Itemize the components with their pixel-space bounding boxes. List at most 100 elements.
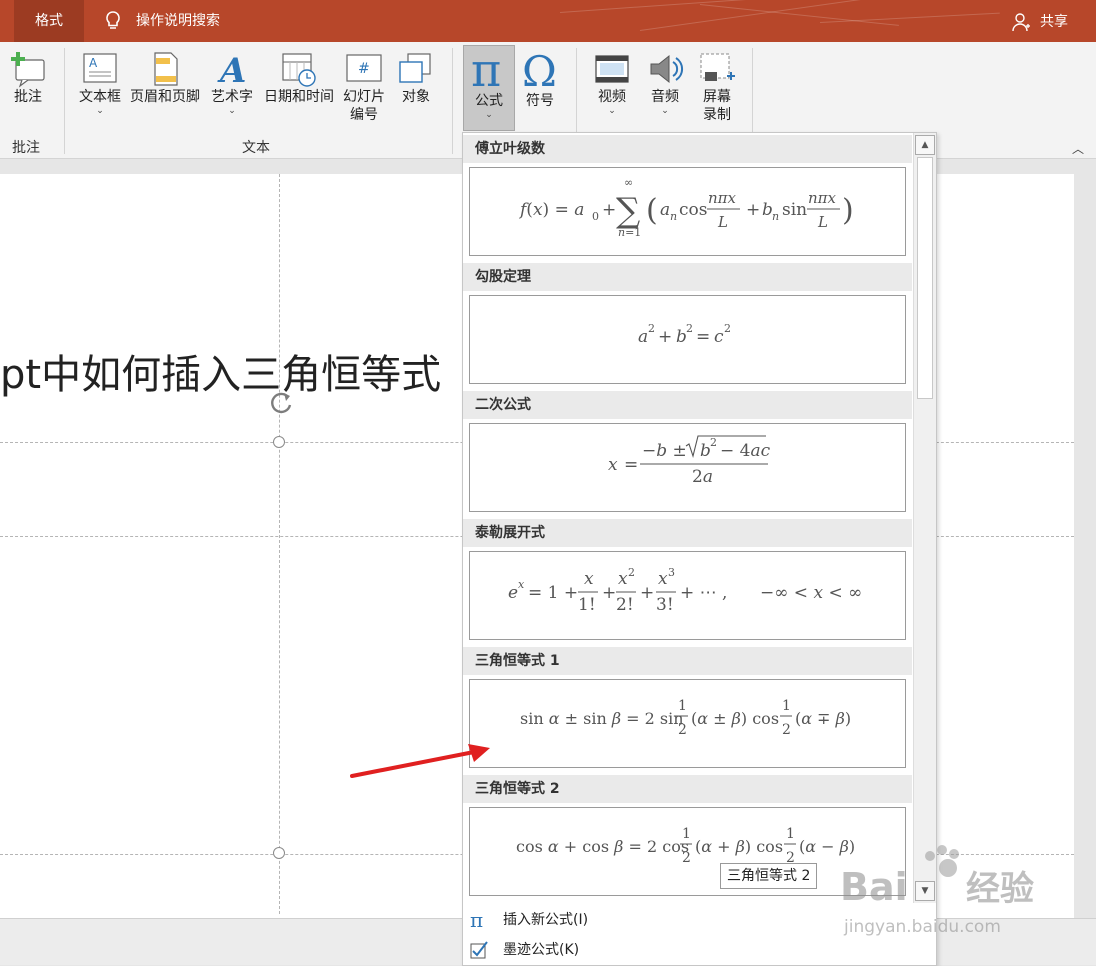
watermark-brand-2: 经验	[966, 869, 1034, 909]
svg-text:0: 0	[592, 210, 599, 223]
wordart-button[interactable]: A 艺术字 ⌄	[206, 50, 258, 116]
svg-text:A: A	[217, 51, 246, 88]
section-header-fourier: 傅立叶级数	[463, 135, 912, 163]
svg-text:sin α ± sin β = 2 sin: sin α ± sin β = 2 sin	[520, 709, 684, 728]
section-header-pythagorean: 勾股定理	[463, 263, 912, 291]
svg-text:− 4ac: − 4ac	[720, 441, 771, 461]
svg-text:1!: 1!	[578, 595, 596, 615]
svg-text:2: 2	[686, 322, 693, 335]
audio-button[interactable]: 音频 ⌄	[642, 50, 688, 116]
comment-group-label: 批注	[12, 140, 40, 156]
svg-text:= 1 +: = 1 +	[528, 583, 578, 603]
svg-text:(α + β) cos: (α + β) cos	[695, 837, 783, 856]
textbox-button[interactable]: A 文本框 ⌄	[74, 50, 126, 116]
svg-text:+: +	[746, 200, 760, 220]
svg-text:x: x	[658, 569, 668, 589]
date-time-button[interactable]: 日期和时间	[260, 50, 338, 106]
svg-text:2a: 2a	[692, 467, 713, 487]
resize-handle-bottom[interactable]	[273, 847, 285, 859]
calendar-icon	[282, 53, 316, 87]
share-button[interactable]: 共享	[1040, 0, 1068, 42]
svg-text:=: =	[696, 327, 710, 347]
video-button[interactable]: 视频 ⌄	[588, 50, 636, 116]
svg-text:): )	[842, 193, 854, 228]
object-icon	[399, 53, 431, 83]
film-icon	[595, 55, 629, 83]
pi-icon: π	[470, 910, 483, 930]
svg-text:+: +	[602, 583, 616, 603]
scroll-up-arrow-icon[interactable]: ▲	[915, 135, 935, 155]
svg-text:2: 2	[682, 850, 691, 866]
svg-text:1: 1	[782, 698, 791, 714]
svg-text:x: x	[618, 569, 628, 589]
red-arrow-annotation	[350, 744, 490, 778]
svg-text:2: 2	[782, 722, 791, 738]
equation-taylor[interactable]: e x = 1 + x 1! + x 2 2! + x 3 3! + ⋯ , −…	[469, 551, 906, 640]
textbox-icon: A	[83, 53, 117, 83]
tab-format[interactable]: 格式	[14, 0, 84, 42]
svg-text:x: x	[584, 569, 594, 589]
section-header-taylor: 泰勒展开式	[463, 519, 912, 547]
watermark-url: jingyan.baidu.com	[843, 917, 1001, 937]
svg-text:∑: ∑	[616, 191, 640, 231]
svg-text:n=1: n=1	[618, 226, 641, 239]
svg-text:nπx: nπx	[708, 189, 737, 207]
svg-text:π: π	[470, 910, 483, 930]
equation-pythagorean[interactable]: a 2 + b 2 = c 2	[469, 295, 906, 384]
svg-text:#: #	[358, 61, 370, 77]
svg-text:(α ∓ β): (α ∓ β)	[795, 709, 851, 728]
equation-quadratic[interactable]: x = −b ± b 2 − 4ac 2a	[469, 423, 906, 512]
section-header-trig-identity-2: 三角恒等式 2	[463, 775, 912, 803]
svg-text:∞: ∞	[624, 176, 633, 189]
svg-text:n: n	[772, 210, 779, 223]
symbol-button[interactable]: Ω 符号	[516, 46, 564, 110]
speaker-icon	[650, 54, 683, 84]
resize-handle-top[interactable]	[273, 436, 285, 448]
equation-fourier-series[interactable]: f(x) = a 0 + ∑ ∞ n=1 ( a n cos nπx L + b…	[469, 167, 906, 256]
svg-text:=: =	[624, 455, 638, 475]
slide-number-button[interactable]: # 幻灯片 编号	[340, 50, 388, 124]
header-footer-button[interactable]: 页眉和页脚	[126, 50, 204, 106]
svg-text:e: e	[508, 583, 518, 603]
svg-text:+: +	[640, 583, 654, 603]
ink-equation-icon	[470, 941, 488, 959]
slide-title-text[interactable]: pt中如何插入三角恒等式	[0, 345, 441, 405]
svg-text:a: a	[638, 327, 648, 347]
svg-text:3!: 3!	[656, 595, 674, 615]
svg-text:+ ⋯ ,: + ⋯ ,	[680, 583, 727, 603]
svg-text:+: +	[602, 200, 616, 220]
svg-text:cos α + cos β = 2 cos: cos α + cos β = 2 cos	[516, 837, 689, 856]
svg-text:(: (	[646, 193, 658, 228]
rotate-handle-icon[interactable]	[266, 387, 296, 417]
tooltip: 三角恒等式 2	[720, 863, 818, 889]
equation-trig-identity-1[interactable]: sin α ± sin β = 2 sin 1 2 (α ± β) cos 1 …	[469, 679, 906, 768]
collapse-ribbon-icon[interactable]: ︿	[1072, 140, 1084, 157]
svg-text:f(x) = a: f(x) = a	[518, 200, 584, 220]
svg-text:2!: 2!	[616, 595, 634, 615]
scroll-thumb[interactable]	[917, 157, 933, 399]
svg-text:+: +	[658, 327, 672, 347]
svg-text:n: n	[670, 210, 677, 223]
gallery-scrollbar[interactable]: ▲ ▼	[913, 133, 936, 903]
tell-me-search[interactable]: 操作说明搜索	[136, 0, 220, 42]
svg-text:π: π	[471, 46, 501, 92]
omega-icon: Ω	[522, 47, 557, 92]
section-header-trig-identity-1: 三角恒等式 1	[463, 647, 912, 675]
svg-text:Ω: Ω	[522, 47, 557, 92]
svg-text:L: L	[817, 213, 828, 231]
screen-recording-button[interactable]: 屏幕 录制	[694, 50, 740, 124]
object-button[interactable]: 对象	[394, 50, 438, 106]
comment-button[interactable]: 批注	[4, 50, 52, 106]
equation-gallery-dropdown: 傅立叶级数 f(x) = a 0 + ∑ ∞ n=1 ( a n cos nπx…	[462, 132, 937, 966]
baidu-watermark: Bai 经验 jingyan.baidu.com	[838, 844, 1068, 944]
svg-text:−∞ < x < ∞: −∞ < x < ∞	[760, 583, 862, 603]
header-footer-icon	[154, 52, 178, 86]
text-group-label: 文本	[242, 140, 270, 156]
svg-text:3: 3	[668, 566, 675, 579]
svg-text:x: x	[518, 578, 525, 591]
equation-button[interactable]: π 公式 ⌄	[463, 45, 515, 131]
section-header-quadratic: 二次公式	[463, 391, 912, 419]
svg-text:2: 2	[628, 566, 635, 579]
svg-text:2: 2	[724, 322, 731, 335]
user-icon	[1012, 13, 1030, 32]
